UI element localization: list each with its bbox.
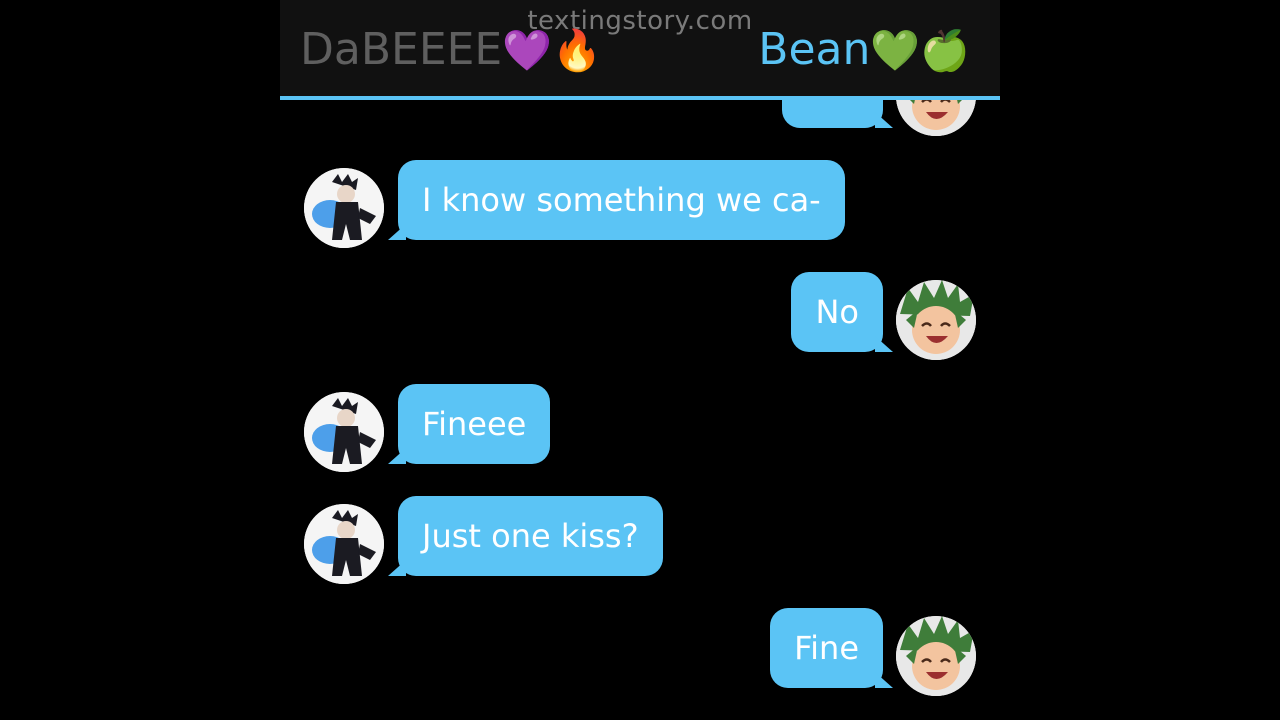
- deku-avatar-icon: [896, 280, 976, 360]
- dabi-avatar-icon: [304, 168, 384, 248]
- message-bubble: Just one kiss?: [388, 496, 663, 576]
- message-bubble: Fine: [770, 608, 893, 688]
- contact-name-right: Bean💚🍏: [758, 24, 970, 75]
- message-row: Fineee: [280, 384, 1000, 472]
- contact-name-left: DaBEEEE💜🔥: [300, 24, 602, 75]
- dabi-avatar-icon: [304, 392, 384, 472]
- message-bubble: No: [791, 272, 893, 352]
- dabi-avatar-icon: [304, 504, 384, 584]
- message-row: Just one kiss?: [280, 496, 1000, 584]
- heart-apple-emoji-icon: 💚🍏: [870, 28, 970, 74]
- message-row: I know something we ca-: [280, 160, 1000, 248]
- contact-name-left-label: DaBEEEE: [300, 24, 503, 75]
- message-bubble: I know something we ca-: [388, 160, 845, 240]
- heart-fire-emoji-icon: 💜🔥: [502, 28, 602, 74]
- message-row: No: [280, 272, 1000, 360]
- chat-header: textingstory.com DaBEEEE💜🔥 Bean💚🍏: [280, 0, 1000, 100]
- message-bubble: Fineee: [387, 384, 551, 464]
- contact-name-right-label: Bean: [758, 24, 871, 75]
- message-row: Fine: [280, 608, 1000, 696]
- deku-avatar-icon: [896, 616, 976, 696]
- chat-screen: textingstory.com DaBEEEE💜🔥 Bean💚🍏 Yall: [280, 0, 1000, 720]
